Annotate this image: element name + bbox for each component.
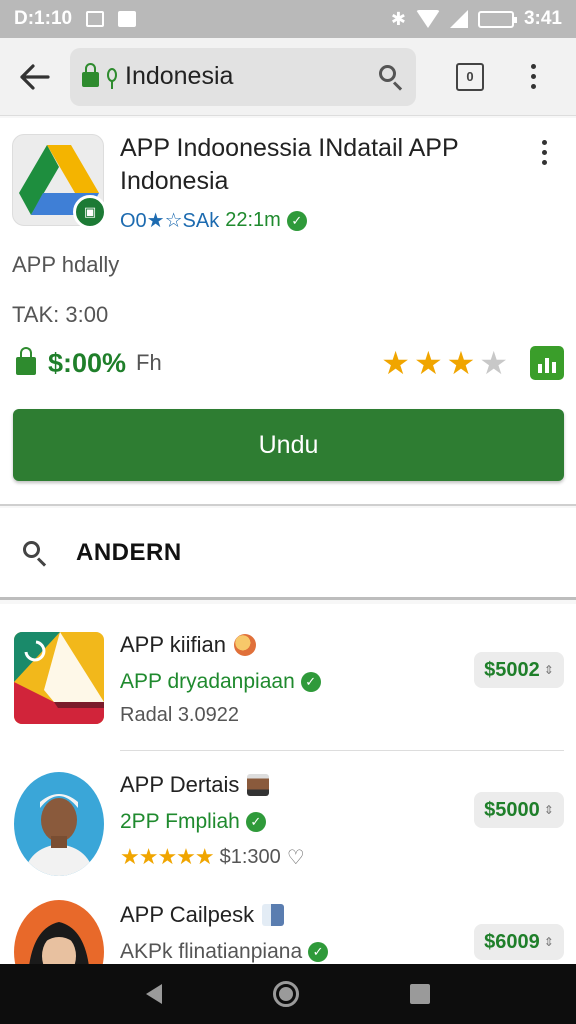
- developer-stats: O0★☆SAk: [120, 210, 220, 232]
- list-item-meta: ★★★★★ $1:300 ♡: [120, 844, 305, 870]
- app-thumbnail: [14, 632, 104, 724]
- list-item-subtitle: 2PP Fmpliah ✓: [120, 810, 266, 834]
- person-avatar-icon: [14, 900, 104, 964]
- list-item-subtitle-text: 2PP Fmpliah: [120, 810, 240, 833]
- price-chip-value: $6009: [484, 930, 540, 953]
- lock-icon: [16, 347, 36, 375]
- list-item[interactable]: APP Dertais 2PP Fmpliah ✓ ★★★★★ $1:300 ♡…: [0, 752, 576, 882]
- overflow-menu-button[interactable]: [528, 64, 538, 89]
- status-time-left: D:1:10: [14, 8, 73, 29]
- verified-check-icon: ✓: [308, 942, 329, 962]
- list-item-title: APP kiifian: [120, 632, 256, 658]
- list-item-title-text: APP Dertais: [120, 772, 240, 797]
- app-notification-icon: [118, 11, 137, 27]
- star-filled-icon: ★: [446, 345, 476, 381]
- sort-arrows-icon: ⇕: [543, 935, 554, 949]
- list-item-meta-text: Radal 3.0922: [120, 704, 239, 726]
- app-logo-icon: [14, 632, 104, 724]
- address-text[interactable]: Indonesia: [125, 62, 370, 91]
- bluetooth-icon: ✱: [390, 8, 406, 29]
- rating-stars: ★ ★ ★ ★: [381, 347, 508, 379]
- app-title: APP Indoonessia INdatail APP Indonesia: [120, 134, 459, 195]
- star-empty-icon: ★: [479, 345, 508, 381]
- app-list: APP kiifian APP dryadanpiaan ✓ Radal 3.0…: [0, 604, 576, 964]
- nav-home-icon[interactable]: [272, 981, 299, 1007]
- price-chip[interactable]: $5000 ⇕: [474, 792, 564, 828]
- developer-line: O0★☆SAk 22:1m ✓: [120, 208, 307, 233]
- heart-icon[interactable]: ♡: [287, 845, 305, 870]
- price-row: $:00% Fh ★ ★ ★ ★: [16, 342, 564, 384]
- system-nav-bar: [0, 964, 576, 1024]
- signal-icon: [449, 10, 468, 28]
- avatar: [14, 772, 104, 876]
- status-time-right: 3:41: [523, 8, 562, 29]
- price-chip-value: $5000: [484, 798, 540, 821]
- back-button[interactable]: [0, 38, 70, 116]
- list-item-subtitle: APP dryadanpiaan ✓: [120, 670, 321, 694]
- search-section[interactable]: ANDERN: [0, 508, 576, 600]
- price-unit: Fh: [136, 350, 162, 375]
- price-chip[interactable]: $6009 ⇕: [474, 924, 564, 960]
- list-item-title: APP Cailpesk: [120, 902, 285, 928]
- download-button[interactable]: Undu: [13, 409, 564, 481]
- rating-stars: ★★★★★: [120, 844, 215, 869]
- verified-check-icon: ✓: [245, 812, 266, 832]
- star-filled-icon: ★: [381, 345, 410, 381]
- list-item-subtitle-text: AKPk flinatianpiana: [120, 940, 303, 963]
- person-emoji-icon: [262, 904, 285, 926]
- sort-arrows-icon: ⇕: [543, 663, 554, 677]
- download-count: 22:1m: [225, 209, 281, 231]
- tabs-button[interactable]: 0: [456, 62, 484, 91]
- list-item-title-text: APP Cailpesk: [120, 902, 255, 927]
- verified-check-icon: ✓: [286, 210, 307, 231]
- search-icon[interactable]: [378, 64, 404, 91]
- nav-recents-icon[interactable]: [410, 984, 431, 1004]
- list-item-meta-text: $1:300: [219, 845, 281, 868]
- chart-icon[interactable]: [530, 346, 564, 380]
- star-filled-icon: ★: [413, 345, 443, 381]
- search-label: ANDERN: [76, 538, 182, 566]
- app-icon[interactable]: ▣: [12, 134, 107, 229]
- list-item-subtitle-text: APP dryadanpiaan: [120, 670, 295, 693]
- list-item-subtitle: AKPk flinatianpiana ✓: [120, 940, 329, 964]
- app-subtitle: APP hdally: [12, 252, 120, 277]
- arrow-left-icon: [20, 63, 50, 90]
- list-item-title: APP Dertais: [120, 772, 270, 798]
- status-bar: D:1:10 ✱ 3:41: [0, 0, 576, 38]
- nav-back-icon[interactable]: [145, 984, 162, 1004]
- address-bar[interactable]: Indonesia: [70, 47, 416, 106]
- location-pin-icon: [107, 67, 117, 89]
- notification-icon: [86, 11, 105, 27]
- list-item-meta: Radal 3.0922: [120, 704, 239, 727]
- tabs-count: 0: [466, 69, 474, 84]
- divider: [120, 750, 564, 751]
- list-item[interactable]: APP kiifian APP dryadanpiaan ✓ Radal 3.0…: [0, 604, 576, 751]
- wifi-icon: [415, 10, 440, 28]
- download-button-label: Undu: [258, 430, 319, 459]
- app-badge-icon: ▣: [73, 195, 107, 229]
- sort-arrows-icon: ⇕: [543, 803, 554, 817]
- price-value: $:00%: [48, 347, 127, 378]
- app-detail-card: ▣ APP Indoonessia INdatail APP Indonesia…: [0, 118, 576, 506]
- card-menu-button[interactable]: [542, 140, 547, 165]
- price-chip[interactable]: $5002 ⇕: [474, 652, 564, 688]
- lock-icon: [82, 63, 99, 87]
- battery-icon: [477, 10, 517, 28]
- person-emoji-icon: [247, 774, 270, 796]
- browser-toolbar: Indonesia 0: [0, 38, 576, 116]
- list-item-title-text: APP kiifian: [120, 632, 226, 657]
- person-avatar-icon: [14, 772, 104, 876]
- price-chip-value: $5002: [484, 658, 540, 681]
- list-item[interactable]: APP Cailpesk AKPk flinatianpiana ✓ $6009…: [0, 890, 576, 964]
- verified-check-icon: ✓: [300, 672, 321, 692]
- app-tak-line: TAK: 3:00: [12, 302, 109, 327]
- search-icon: [22, 540, 48, 567]
- avatar: [14, 900, 104, 964]
- emoji-icon: [233, 634, 256, 656]
